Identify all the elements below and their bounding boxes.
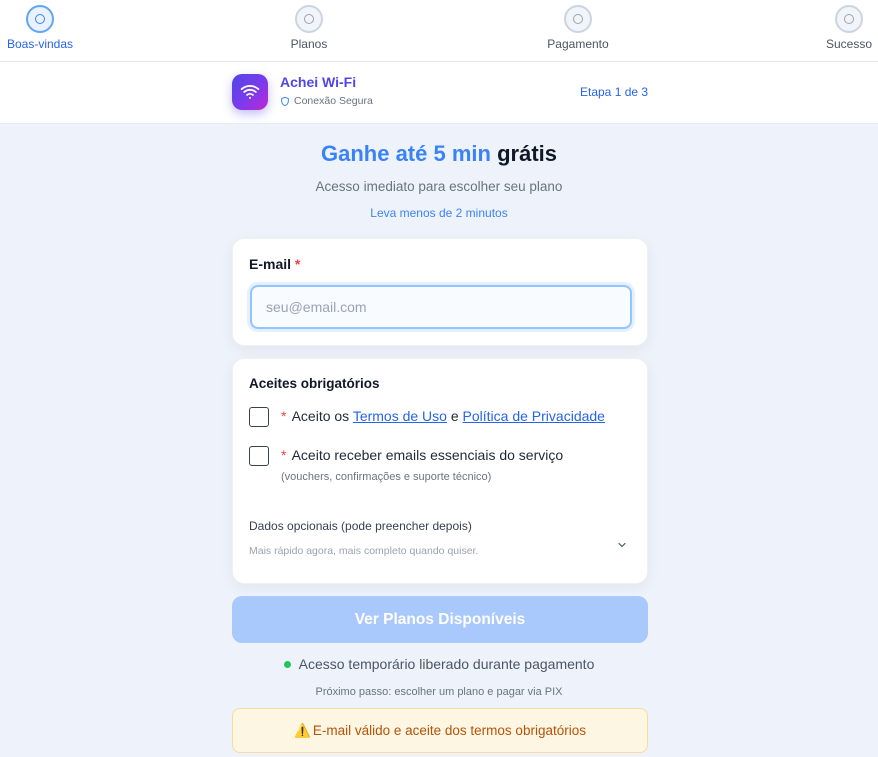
next-step-text: Próximo passo: escolher um plano e pagar…: [315, 686, 563, 698]
page-title: Ganhe até 5 min grátis: [0, 141, 878, 167]
step-indicator: Etapa 1 de 3: [580, 85, 649, 99]
step-pagamento: Pagamento: [528, 5, 628, 51]
app-header: Achei Wi-Fi Conexão Segura Etapa 1 de 3: [0, 62, 878, 124]
emails-checkbox[interactable]: [249, 446, 269, 466]
emails-hint: (vouchers, confirmações e suporte técnic…: [281, 471, 492, 483]
secure-label: Conexão Segura: [294, 95, 373, 107]
title-accent: Ganhe até 5 min: [321, 141, 491, 166]
view-plans-button[interactable]: Ver Planos Disponíveis: [232, 596, 648, 643]
step-sucesso: Sucesso: [799, 5, 878, 51]
email-field[interactable]: [250, 285, 632, 329]
status-dot-icon: [283, 660, 291, 668]
terms-card: Aceites obrigatórios * Aceito os Termos …: [232, 358, 648, 584]
emails-label: * Aceito receber emails essenciais do se…: [281, 447, 563, 463]
terms-prefix: Aceito os: [291, 408, 350, 424]
terms-checkbox[interactable]: [249, 407, 269, 427]
optional-title: Dados opcionais (pode preencher depois): [249, 519, 472, 533]
terms-label: * Aceito os Termos de Uso e Política de …: [281, 408, 605, 424]
optional-data-toggle[interactable]: Dados opcionais (pode preencher depois) …: [233, 511, 647, 569]
progress-stepper: Boas-vindas Planos Pagamento Sucesso: [0, 0, 878, 62]
required-mark: *: [294, 256, 301, 272]
step-label: Boas-vindas: [6, 37, 74, 51]
step-planos: Planos: [259, 5, 359, 51]
step-label: Pagamento: [547, 37, 609, 51]
emails-label-text: Aceito receber emails essenciais do serv…: [291, 447, 564, 463]
access-text: Acesso temporário liberado durante pagam…: [298, 656, 595, 672]
shield-icon: [281, 96, 289, 106]
wifi-icon: [232, 74, 268, 110]
page-subtitle: Acesso imediato para escolher seu plano: [315, 179, 563, 194]
warning-text: E-mail válido e aceite dos termos obriga…: [312, 723, 586, 738]
terms-title: Aceites obrigatórios: [249, 376, 380, 391]
step-label: Sucesso: [825, 37, 873, 51]
title-rest: grátis: [497, 141, 557, 166]
step-label: Planos: [290, 37, 328, 51]
email-card: E-mail *: [232, 238, 648, 346]
step-boas-vindas: Boas-vindas: [0, 5, 90, 51]
time-note: Leva menos de 2 minutos: [370, 206, 508, 220]
warning-icon: ⚠️: [294, 722, 311, 738]
step-circle-icon: [835, 5, 863, 33]
terms-of-use-link[interactable]: Termos de Uso: [353, 408, 447, 424]
email-label-text: E-mail: [249, 256, 292, 272]
step-circle-icon: [26, 5, 54, 33]
optional-subtitle: Mais rápido agora, mais completo quando …: [249, 545, 479, 557]
required-mark: *: [281, 408, 287, 424]
validation-warning: ⚠️ E-mail válido e aceite dos termos obr…: [232, 708, 648, 753]
privacy-policy-link[interactable]: Política de Privacidade: [463, 408, 605, 424]
step-circle-icon: [295, 5, 323, 33]
app-name: Achei Wi-Fi: [280, 74, 357, 90]
step-circle-icon: [564, 5, 592, 33]
required-mark: *: [281, 447, 287, 463]
chevron-down-icon: [618, 542, 626, 548]
terms-conjunction: e: [450, 408, 459, 424]
email-label: E-mail *: [249, 256, 300, 272]
secure-connection: Conexão Segura: [280, 95, 373, 107]
access-status: Acesso temporário liberado durante pagam…: [0, 656, 878, 672]
